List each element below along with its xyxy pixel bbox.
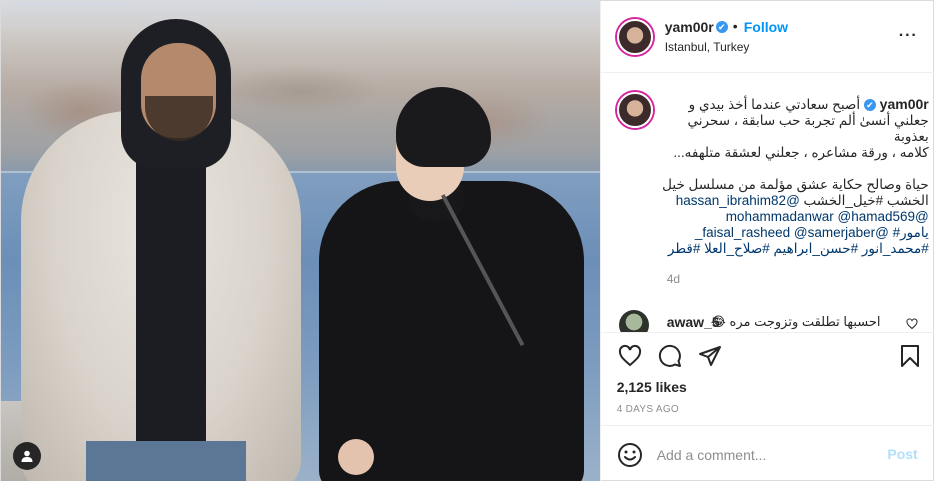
- photo-woman-hand: [338, 439, 374, 475]
- comment-like-icon[interactable]: [906, 318, 918, 330]
- caption-username[interactable]: yam00r: [880, 96, 929, 112]
- verified-icon: ✔: [863, 99, 876, 112]
- comment-icon: [658, 344, 681, 367]
- caption-text: yam00r ✔ أصبح سعادتي عندما أخذ بيدي و جع…: [661, 96, 929, 257]
- save-button[interactable]: [897, 343, 923, 369]
- share-button[interactable]: [697, 343, 723, 369]
- caption-mention-hassan[interactable]: @hassan_ibrahim82: [676, 193, 800, 208]
- heart-icon: [618, 344, 641, 367]
- share-icon: [698, 346, 721, 366]
- posted-date: 4 DAYS AGO: [616, 404, 680, 415]
- comment-text: احسبها تطلقت وتزوجت مره 😂: [710, 314, 881, 329]
- likes-count[interactable]: 2,125 likes: [617, 379, 687, 395]
- caption-line-5: الخشب #خيل_الخشب: [803, 193, 929, 208]
- add-comment-bar: Post: [600, 425, 934, 481]
- author-avatar[interactable]: [616, 19, 653, 55]
- caption-author-avatar[interactable]: [616, 92, 653, 128]
- caption-line-1: أصبح سعادتي عندما أخذ بيدي و: [688, 97, 861, 112]
- caption-line-6[interactable]: @mohammadanwar @hamad569: [726, 209, 929, 224]
- like-button[interactable]: [617, 343, 643, 369]
- bookmark-icon: [900, 345, 919, 367]
- follow-button[interactable]: Follow: [744, 19, 788, 35]
- post-sidebar: yam00r ✔ • Follow Istanbul, Turkey ··· y…: [599, 1, 934, 481]
- more-icon[interactable]: ···: [899, 27, 918, 45]
- comment-input[interactable]: [656, 442, 877, 468]
- post-photo[interactable]: [1, 1, 600, 481]
- caption-line-3: كلامه ، ورقة مشاعره ، جعلني لعشقة متلهفه…: [673, 145, 929, 160]
- caption-time-ago: 4d: [666, 272, 681, 286]
- author-username[interactable]: yam00r: [665, 19, 714, 35]
- user-tag-icon: [21, 450, 33, 462]
- photo-woman-sweater: [319, 181, 584, 481]
- comments-section: yam00r ✔ أصبح سعادتي عندما أخذ بيدي و جع…: [601, 74, 934, 332]
- verified-icon: ✔: [715, 21, 728, 33]
- commenter-avatar[interactable]: [618, 310, 649, 332]
- post-header: yam00r ✔ • Follow Istanbul, Turkey ···: [600, 1, 934, 73]
- comment-button[interactable]: [657, 343, 683, 369]
- post-comment-button[interactable]: Post: [887, 446, 917, 462]
- photo-man-shirt: [136, 151, 206, 441]
- caption-line-8[interactable]: #محمد_انور #حسن_ابراهيم #صلاح_العلا #قطر: [668, 241, 929, 256]
- user-tag-button[interactable]: [13, 442, 41, 470]
- caption-line-2: جعلني أنسىٰ ألم تجربة حب سابقة ، سحرني ب…: [687, 113, 929, 144]
- post-location[interactable]: Istanbul, Turkey: [665, 40, 750, 54]
- caption-line-7[interactable]: يامور# @faisal_rasheed @samerjaber_: [695, 225, 929, 240]
- photo-man-jeans: [86, 441, 246, 481]
- emoji-icon[interactable]: [617, 442, 643, 468]
- caption-line-4: حياة وصالح حكاية عشق مؤلمة من مسلسل خيل: [662, 177, 929, 192]
- header-separator: •: [732, 18, 738, 34]
- instagram-post: yam00r ✔ • Follow Istanbul, Turkey ··· y…: [0, 0, 934, 481]
